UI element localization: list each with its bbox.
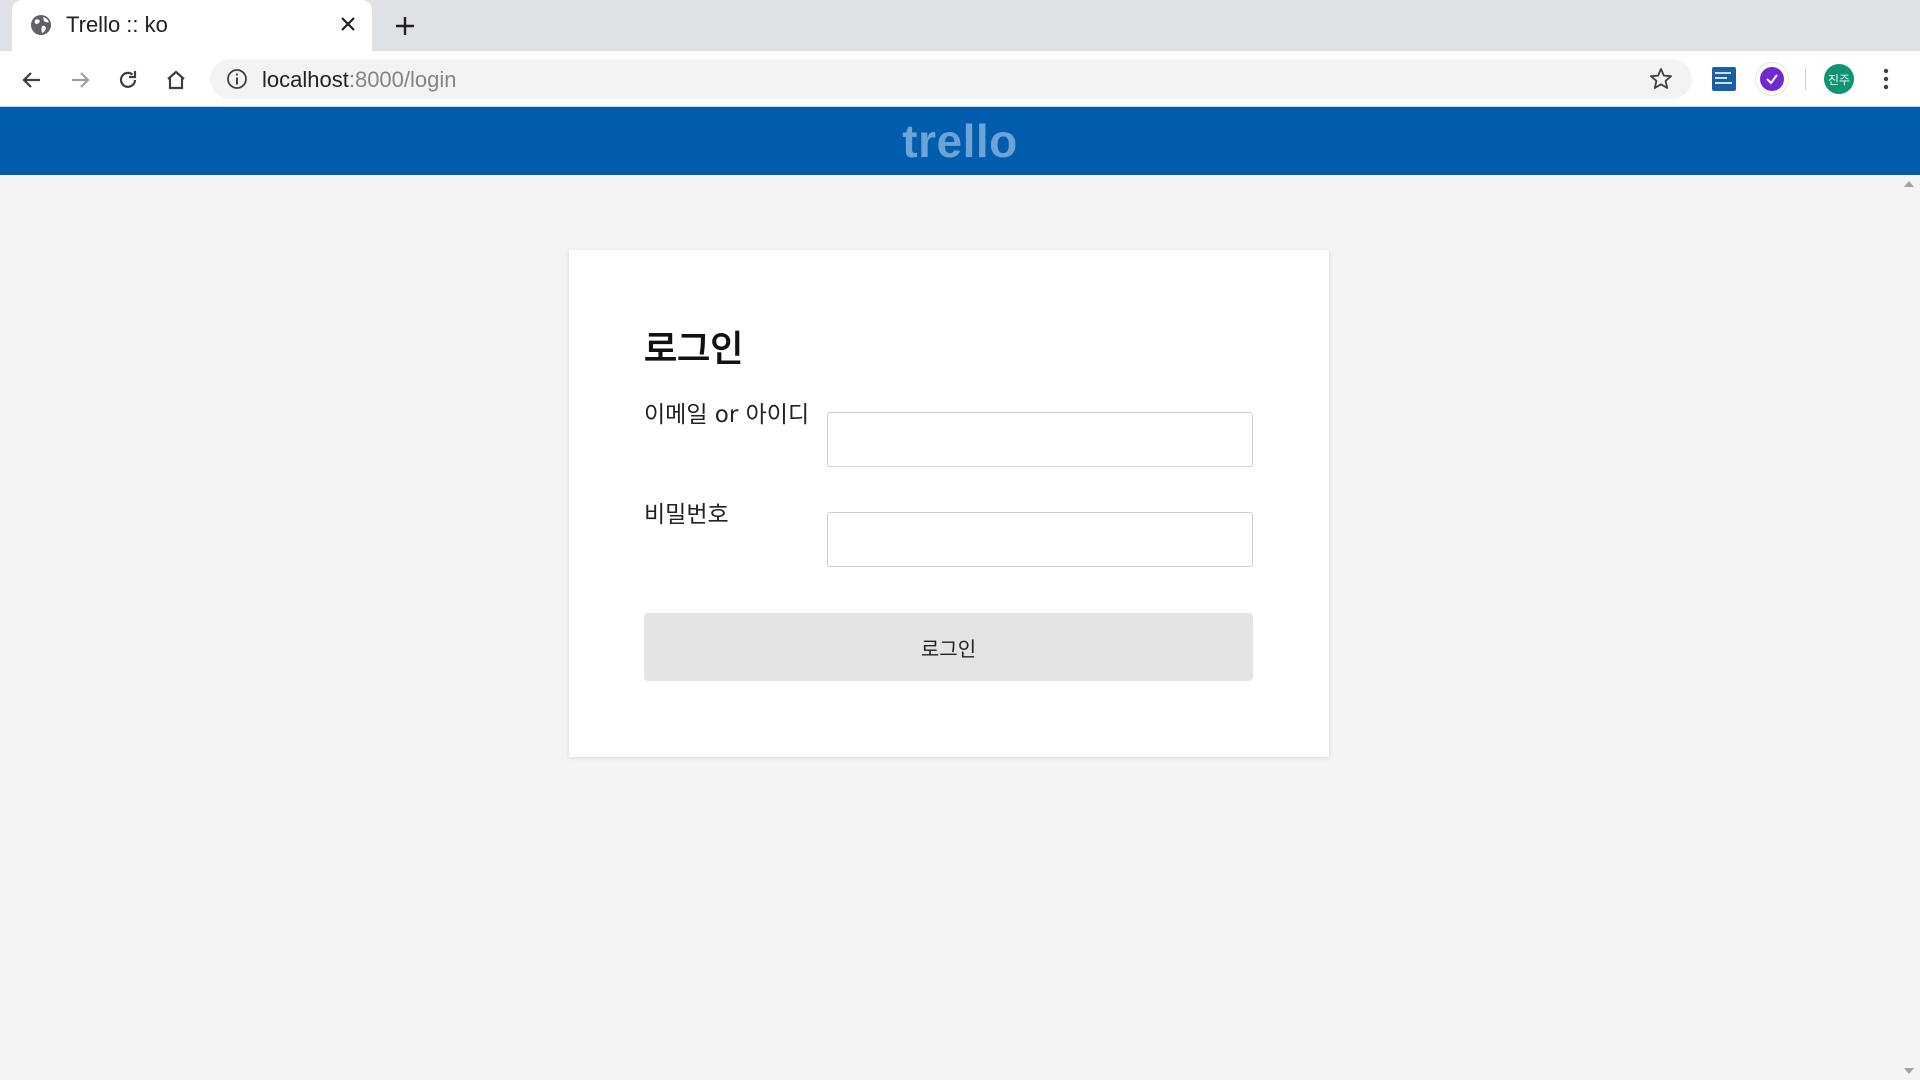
toolbar-divider (1805, 68, 1806, 90)
browser-toolbar: localhost:8000/login 진주 (0, 51, 1920, 107)
forward-arrow-icon[interactable] (64, 64, 96, 96)
password-field[interactable] (827, 512, 1253, 567)
dictionary-extension-icon[interactable] (1712, 67, 1736, 91)
star-icon[interactable] (1648, 66, 1674, 92)
globe-icon (31, 15, 51, 35)
address-bar[interactable]: localhost:8000/login (210, 59, 1692, 99)
browser-tabstrip: Trello :: ko (0, 0, 1920, 51)
scroll-down-arrow-icon[interactable] (1904, 1068, 1914, 1074)
home-icon[interactable] (160, 64, 192, 96)
email-field[interactable] (827, 412, 1253, 467)
plus-icon[interactable] (390, 11, 420, 41)
kebab-menu-icon[interactable] (1874, 64, 1898, 94)
browser-tab[interactable]: Trello :: ko (12, 0, 372, 51)
reload-icon[interactable] (112, 64, 144, 96)
info-icon[interactable] (226, 68, 248, 90)
login-title: 로그인 (644, 329, 744, 370)
url-path: :8000/login (348, 67, 457, 92)
url-text[interactable]: localhost:8000/login (262, 67, 457, 93)
app-header: trello (0, 107, 1920, 175)
login-button[interactable]: 로그인 (644, 613, 1253, 681)
login-card: 로그인 이메일 or 아이디 비밀번호 로그인 (569, 250, 1329, 757)
page-scrollbar[interactable] (1900, 175, 1920, 1080)
close-icon[interactable] (336, 12, 360, 36)
profile-avatar[interactable]: 진주 (1824, 64, 1854, 94)
app-logo[interactable]: trello (902, 114, 1017, 168)
email-label: 이메일 or 아이디 (644, 402, 810, 428)
tab-title: Trello :: ko (66, 12, 168, 37)
password-label: 비밀번호 (644, 502, 729, 528)
back-arrow-icon[interactable] (16, 64, 48, 96)
check-extension-icon[interactable] (1756, 63, 1788, 95)
scroll-up-arrow-icon[interactable] (1904, 181, 1914, 187)
url-host: localhost (262, 67, 349, 92)
